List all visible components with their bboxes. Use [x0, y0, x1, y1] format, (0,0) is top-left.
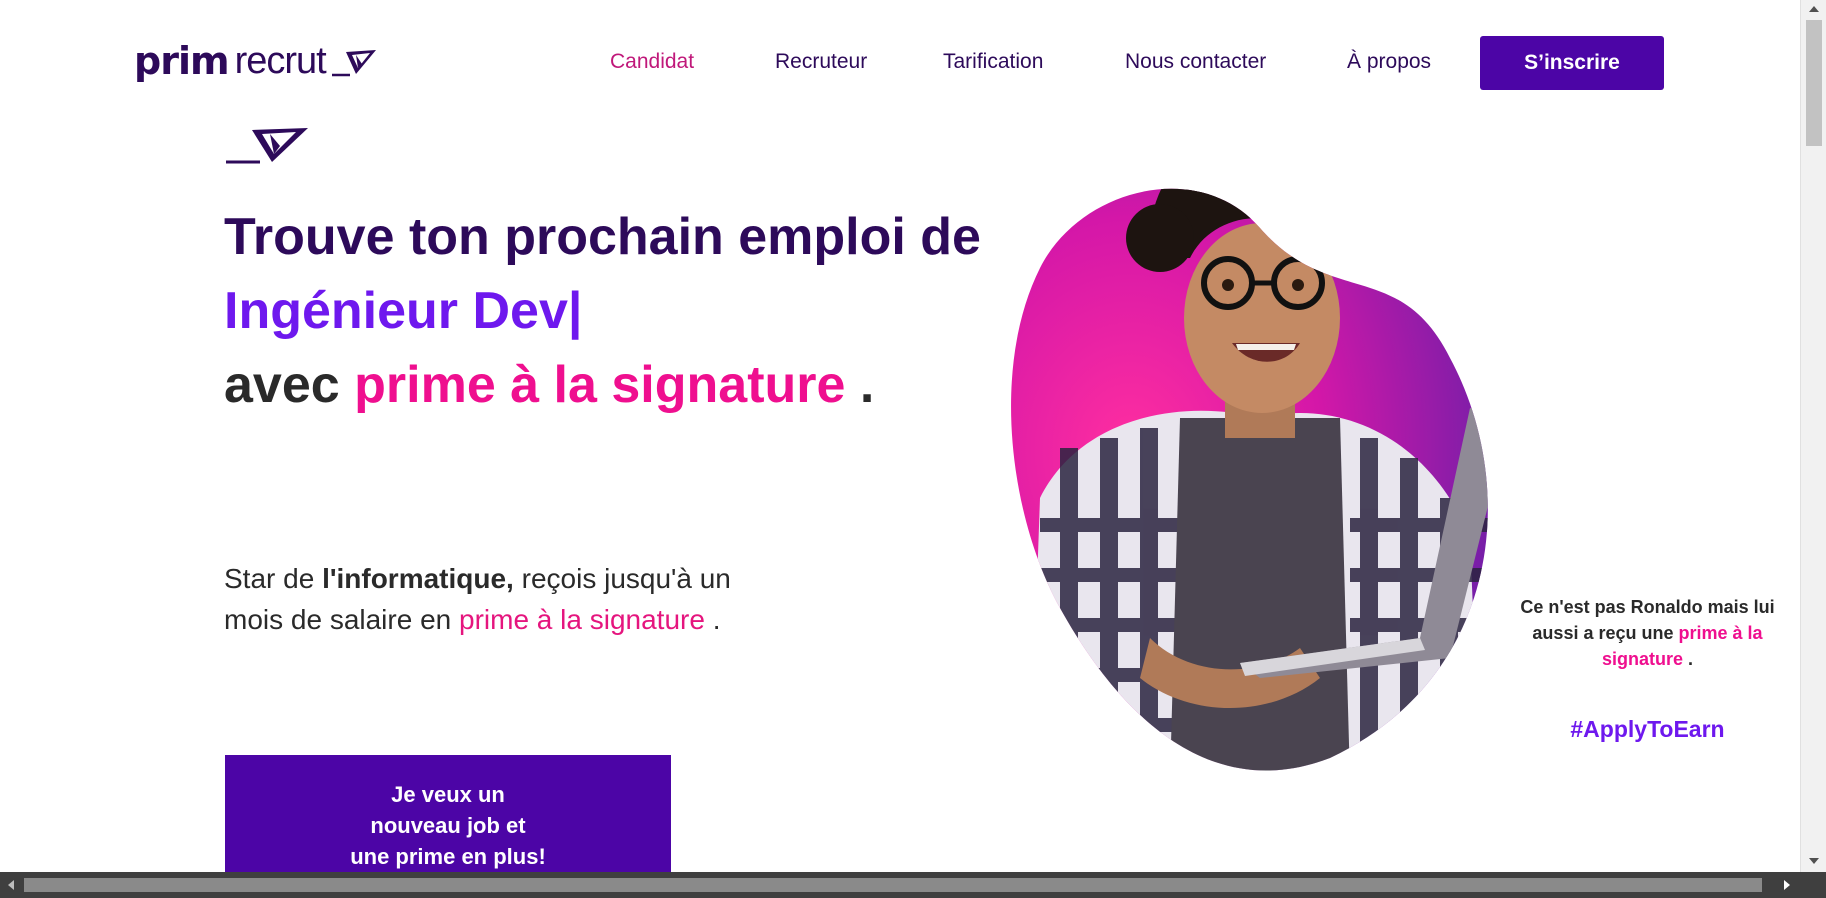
- headline-role: Ingénieur Dev|: [224, 282, 583, 340]
- sub-suffix: .: [712, 604, 721, 635]
- nav-item-nous-contacter[interactable]: Nous contacter: [1125, 50, 1266, 74]
- hero-headline: Trouve ton prochain emploi de Ingénieur …: [224, 200, 1004, 422]
- headline-prefix: avec: [224, 356, 340, 414]
- sub-highlight: prime à la signature: [459, 604, 705, 635]
- sub-bold: l'informatique,: [322, 563, 514, 594]
- headline-line-3: avec prime à la signature .: [224, 348, 1004, 422]
- horizontal-scrollbar[interactable]: [0, 872, 1826, 898]
- cta-line-1: Je veux un: [391, 782, 505, 807]
- sub-prefix: Star de: [224, 563, 315, 594]
- nav-item-tarification[interactable]: Tarification: [943, 50, 1043, 74]
- logo[interactable]: prim recrut: [134, 36, 378, 80]
- site-header: prim recrut Candidat Recruteur Tarificat…: [0, 0, 1800, 124]
- hashtag-apply-to-earn: #ApplyToEarn: [1570, 716, 1725, 742]
- cta-new-job-button[interactable]: Je veux un nouveau job et une prime en p…: [225, 755, 671, 875]
- paper-plane-logo-icon: [331, 50, 376, 77]
- scroll-arrow-right-icon[interactable]: [1782, 879, 1792, 891]
- caption-suffix: .: [1688, 649, 1694, 669]
- paper-plane-logo-icon: [226, 128, 308, 164]
- logo-text-bold: prim: [134, 39, 230, 83]
- signup-button[interactable]: S’inscrire: [1480, 36, 1664, 90]
- hero-subtitle: Star de l'informatique, reçois jusqu'à u…: [224, 558, 754, 640]
- scroll-arrow-left-icon[interactable]: [6, 879, 16, 891]
- scroll-arrow-up-icon[interactable]: [1808, 4, 1820, 14]
- vertical-scrollbar[interactable]: [1800, 0, 1826, 872]
- hero-person-image: [1011, 188, 1488, 771]
- nav-item-candidat[interactable]: Candidat: [610, 50, 694, 74]
- vertical-scroll-thumb[interactable]: [1806, 20, 1822, 146]
- headline-highlight: prime à la signature: [354, 356, 846, 414]
- photo-caption: Ce n'est pas Ronaldo mais lui aussi a re…: [1505, 594, 1790, 672]
- cta-line-2: nouveau job et: [370, 813, 526, 838]
- nav-item-a-propos[interactable]: À propos: [1347, 50, 1431, 74]
- scroll-arrow-down-icon[interactable]: [1808, 856, 1820, 866]
- cta-line-3: une prime en plus!: [350, 844, 546, 869]
- headline-line-1: Trouve ton prochain emploi de: [224, 208, 981, 266]
- headline-suffix: .: [859, 356, 875, 414]
- horizontal-scroll-thumb[interactable]: [24, 878, 1762, 892]
- nav-item-recruteur[interactable]: Recruteur: [775, 50, 867, 74]
- logo-text-light: recrut: [234, 40, 327, 82]
